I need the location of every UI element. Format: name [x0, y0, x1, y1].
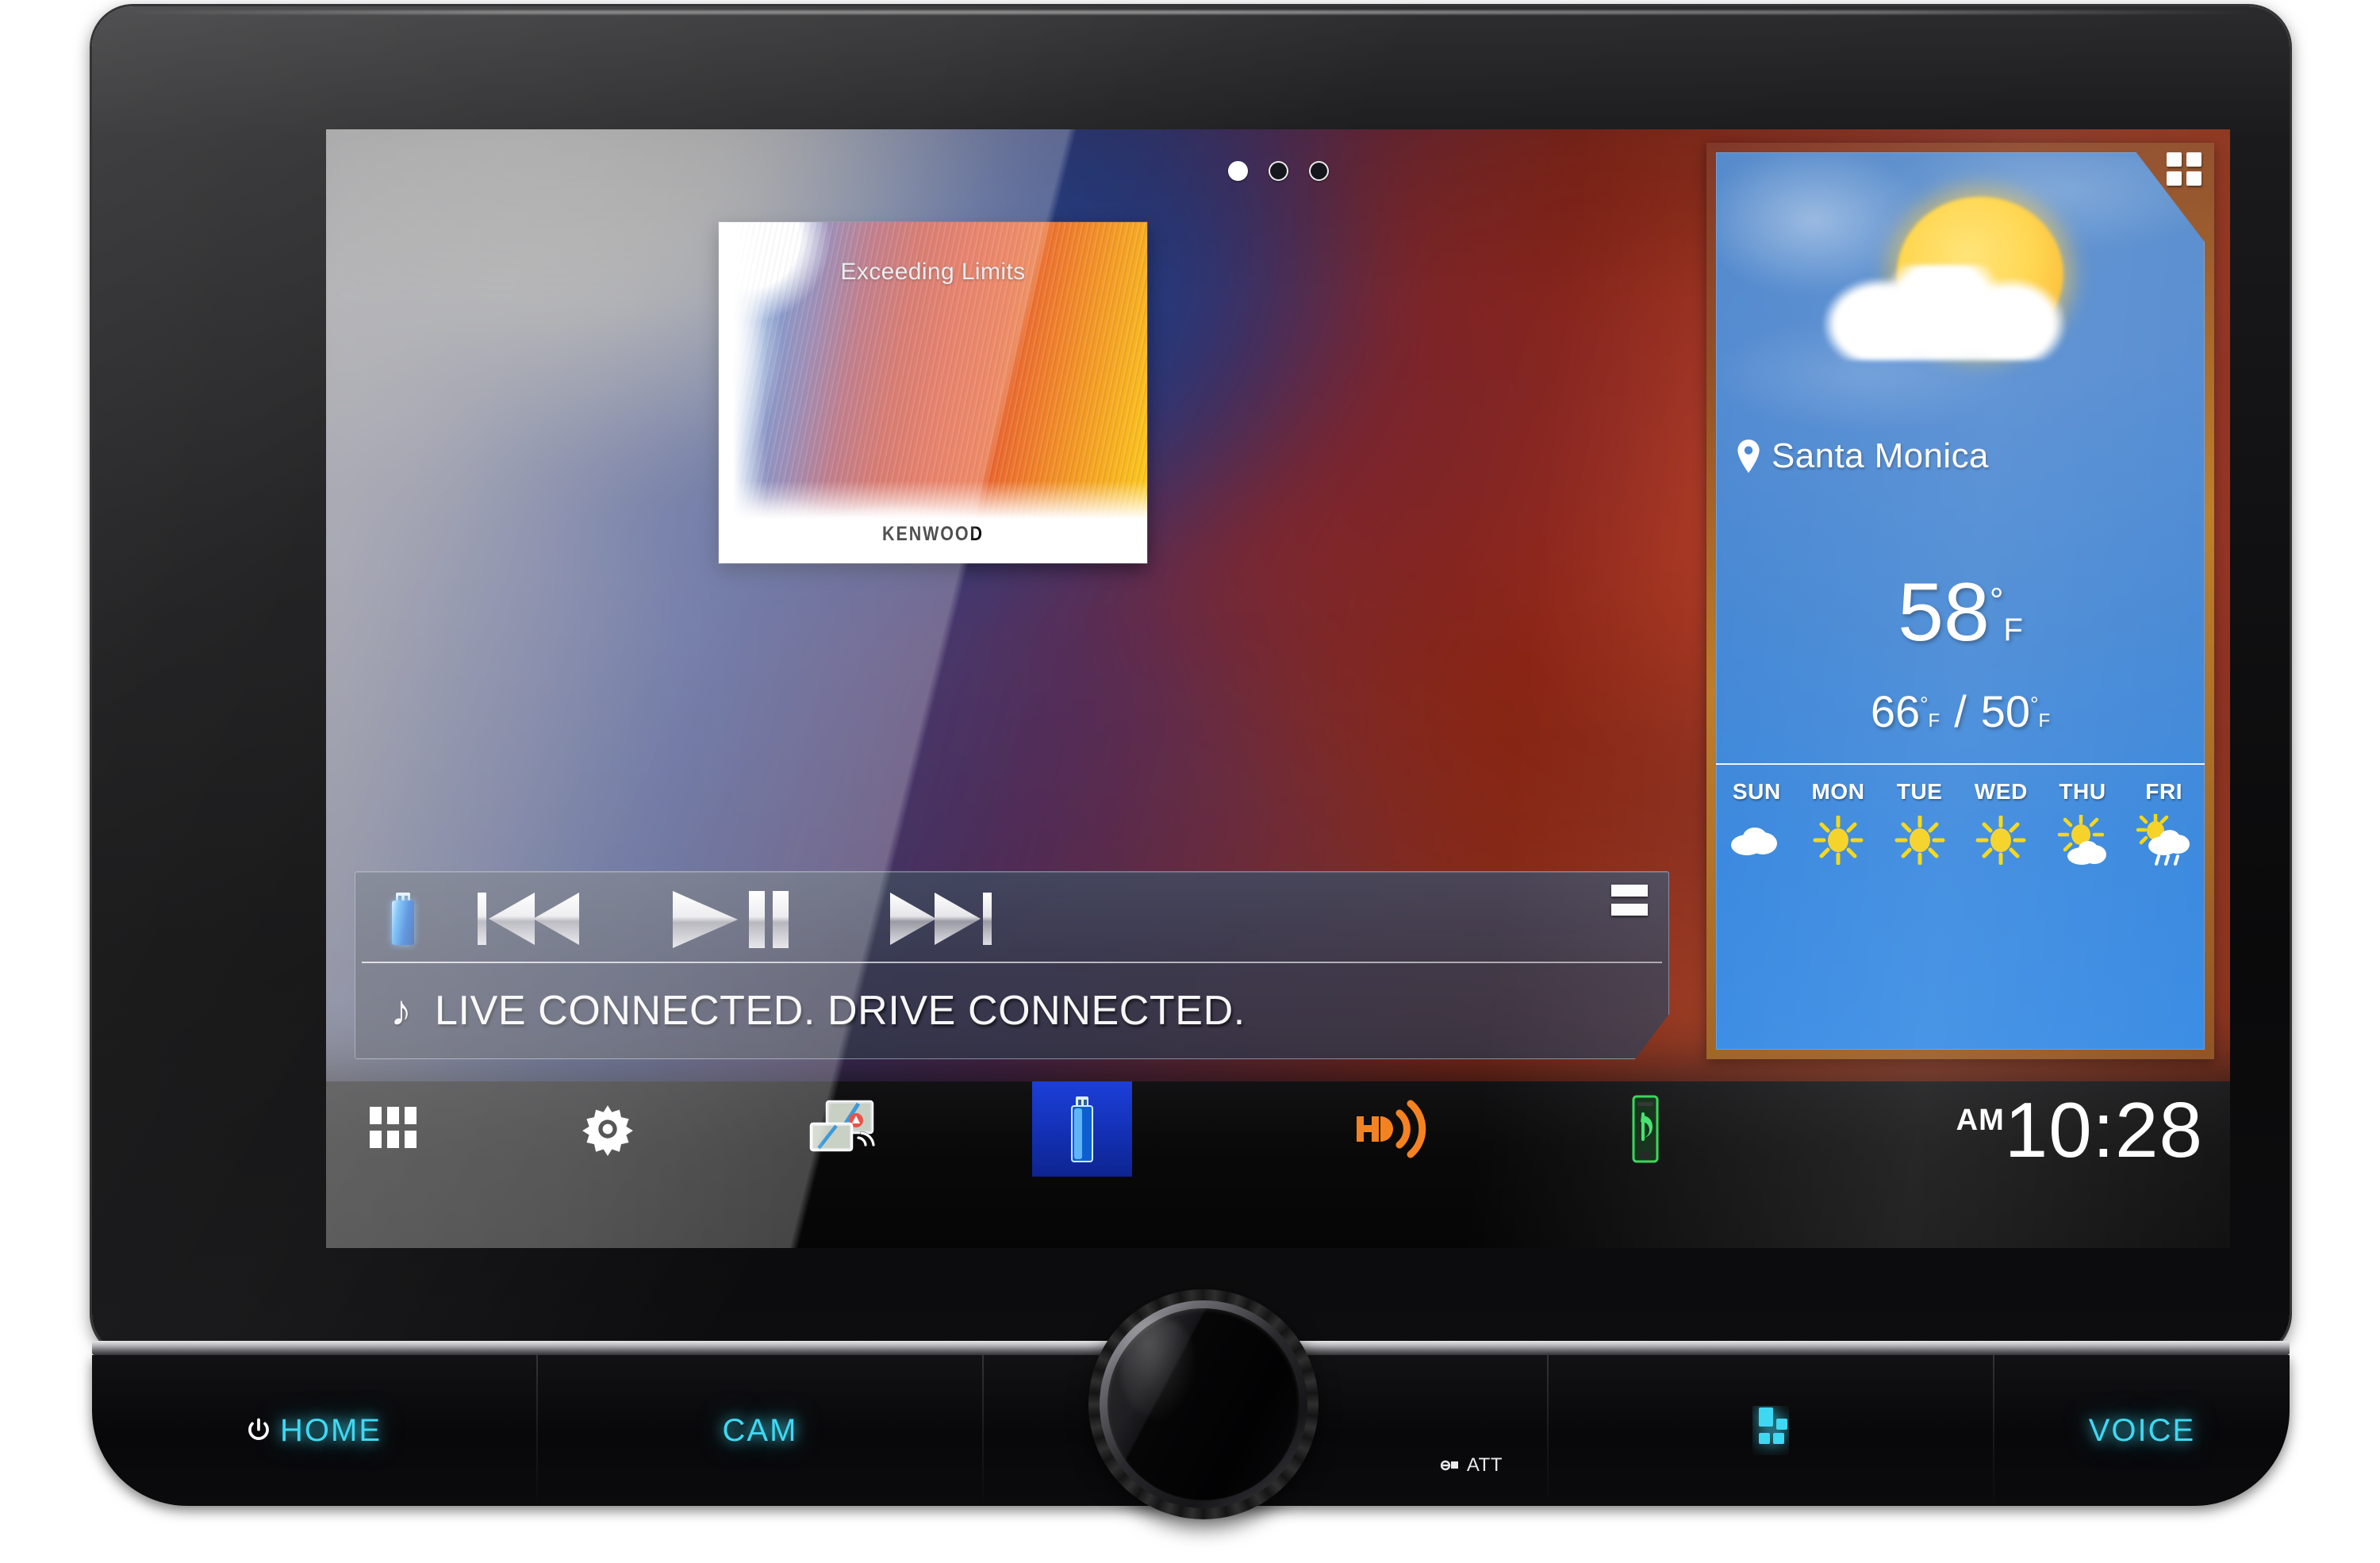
- weather-hero-cloud: [1818, 265, 2079, 360]
- gear-icon[interactable]: [556, 1081, 659, 1177]
- clock-ampm: AM: [1956, 1104, 2005, 1137]
- weather-widget[interactable]: Santa Monica 58°F 66°F/50°F SUN MON TUE …: [1706, 143, 2214, 1059]
- voice-button-label: VOICE: [2088, 1412, 2196, 1448]
- weather-forecast-row: SUN MON TUE WED THU FRI: [1716, 779, 2205, 866]
- att-label-area[interactable]: ATT: [1396, 1355, 1547, 1506]
- forecast-day-label: SUN: [1732, 779, 1781, 804]
- previous-track-button[interactable]: [476, 888, 581, 950]
- forecast-day: MON: [1798, 779, 1879, 866]
- tiles-icon: [1759, 1407, 1787, 1444]
- forecast-day: FRI: [2123, 779, 2205, 866]
- cam-button[interactable]: CAM: [538, 1355, 982, 1506]
- cam-button-label: CAM: [722, 1412, 798, 1448]
- forecast-day-label: MON: [1811, 779, 1865, 804]
- music-note-icon: ♪: [390, 987, 412, 1035]
- weather-low-unit: F: [2038, 710, 2051, 732]
- album-art-white-bottom: [719, 481, 1147, 563]
- home-button[interactable]: HOME: [92, 1355, 536, 1506]
- weather-low-value: 50: [1980, 686, 2031, 736]
- now-playing-row[interactable]: ♪ LIVE CONNECTED. DRIVE CONNECTED.: [355, 964, 1668, 1058]
- forecast-day: SUN: [1716, 779, 1798, 866]
- page-dot-2[interactable]: [1268, 161, 1288, 181]
- media-player-panel[interactable]: ♪ LIVE CONNECTED. DRIVE CONNECTED.: [355, 871, 1669, 1059]
- forecast-day: WED: [1960, 779, 2042, 866]
- album-brand-logo: KENWOOD: [882, 523, 984, 545]
- page-dot-3[interactable]: [1308, 161, 1329, 181]
- forecast-day-label: THU: [2059, 779, 2106, 804]
- list-menu-icon[interactable]: [1611, 885, 1648, 923]
- taskbar-clock: AM 10:28: [1956, 1086, 2203, 1173]
- forecast-day-label: WED: [1974, 779, 2028, 804]
- att-label: ATT: [1466, 1454, 1503, 1476]
- weather-unit: F: [2003, 613, 2023, 647]
- phone-icon[interactable]: [1595, 1081, 1695, 1177]
- weather-separator: /: [1954, 686, 1967, 736]
- grid-four-squares-icon[interactable]: [2167, 152, 2202, 186]
- power-icon: [248, 1418, 269, 1440]
- weather-divider: [1716, 763, 2205, 765]
- usb-icon[interactable]: [382, 889, 425, 945]
- next-track-button[interactable]: [889, 888, 993, 950]
- weather-high-unit: F: [1928, 710, 1940, 732]
- weather-current-temp: 58°F: [1716, 571, 2205, 654]
- sun-icon: [1960, 814, 2042, 866]
- weather-current-value: 58: [1898, 566, 1990, 659]
- forecast-day: THU: [2042, 779, 2124, 866]
- sun-behind-cloud-icon: [2042, 814, 2124, 866]
- navigation-mirroring-icon[interactable]: [786, 1081, 905, 1177]
- weather-location-row: Santa Monica: [1737, 436, 1989, 476]
- media-transport-row: [355, 872, 1668, 962]
- forecast-day-label: TUE: [1896, 779, 1943, 804]
- home-button-label-group: HOME: [247, 1413, 382, 1449]
- media-divider: [362, 962, 1662, 963]
- weather-high-degree: °: [1920, 692, 1929, 716]
- weather-high-value: 66: [1870, 686, 1921, 736]
- hd-radio-icon[interactable]: [1334, 1081, 1453, 1177]
- apps-hardware-button[interactable]: [1549, 1355, 1993, 1506]
- voice-button[interactable]: VOICE: [1994, 1355, 2290, 1506]
- sun-icon: [1798, 814, 1879, 866]
- home-button-label: HOME: [280, 1412, 382, 1448]
- volume-knob[interactable]: [1088, 1289, 1319, 1519]
- head-unit-device: Exceeding Limits KENWOOD ♪ LIVE CONNECTE…: [0, 0, 2380, 1563]
- forecast-day: TUE: [1879, 779, 1960, 866]
- page-dot-1[interactable]: [1227, 161, 1248, 181]
- weather-low-degree: °: [2030, 692, 2039, 716]
- map-pin-icon: [1737, 440, 1760, 473]
- mute-att-icon: [1440, 1460, 1458, 1471]
- bezel-highlight: [125, 10, 2256, 14]
- weather-degree-symbol: °: [1989, 581, 2004, 620]
- clock-time: 10:28: [2004, 1086, 2203, 1173]
- album-track-title: Exceeding Limits: [840, 259, 1026, 285]
- forecast-day-label: FRI: [2145, 779, 2183, 804]
- weather-high-low: 66°F/50°F: [1716, 685, 2205, 737]
- device-bezel: Exceeding Limits KENWOOD ♪ LIVE CONNECTE…: [92, 6, 2290, 1355]
- bottom-taskbar: AM 10:28: [326, 1081, 2230, 1248]
- now-playing-text: LIVE CONNECTED. DRIVE CONNECTED.: [435, 988, 1246, 1034]
- weather-city-name: Santa Monica: [1772, 436, 1989, 475]
- play-pause-button[interactable]: [670, 888, 797, 951]
- touchscreen-display[interactable]: Exceeding Limits KENWOOD ♪ LIVE CONNECTE…: [326, 129, 2230, 1248]
- apps-grid-icon[interactable]: [342, 1081, 445, 1177]
- sun-icon: [1879, 814, 1960, 866]
- usb-icon[interactable]: [1032, 1081, 1132, 1177]
- cloud-icon: [1716, 814, 1798, 866]
- sun-behind-rain-cloud-icon: [2123, 814, 2205, 866]
- album-art-card[interactable]: Exceeding Limits KENWOOD: [719, 222, 1147, 563]
